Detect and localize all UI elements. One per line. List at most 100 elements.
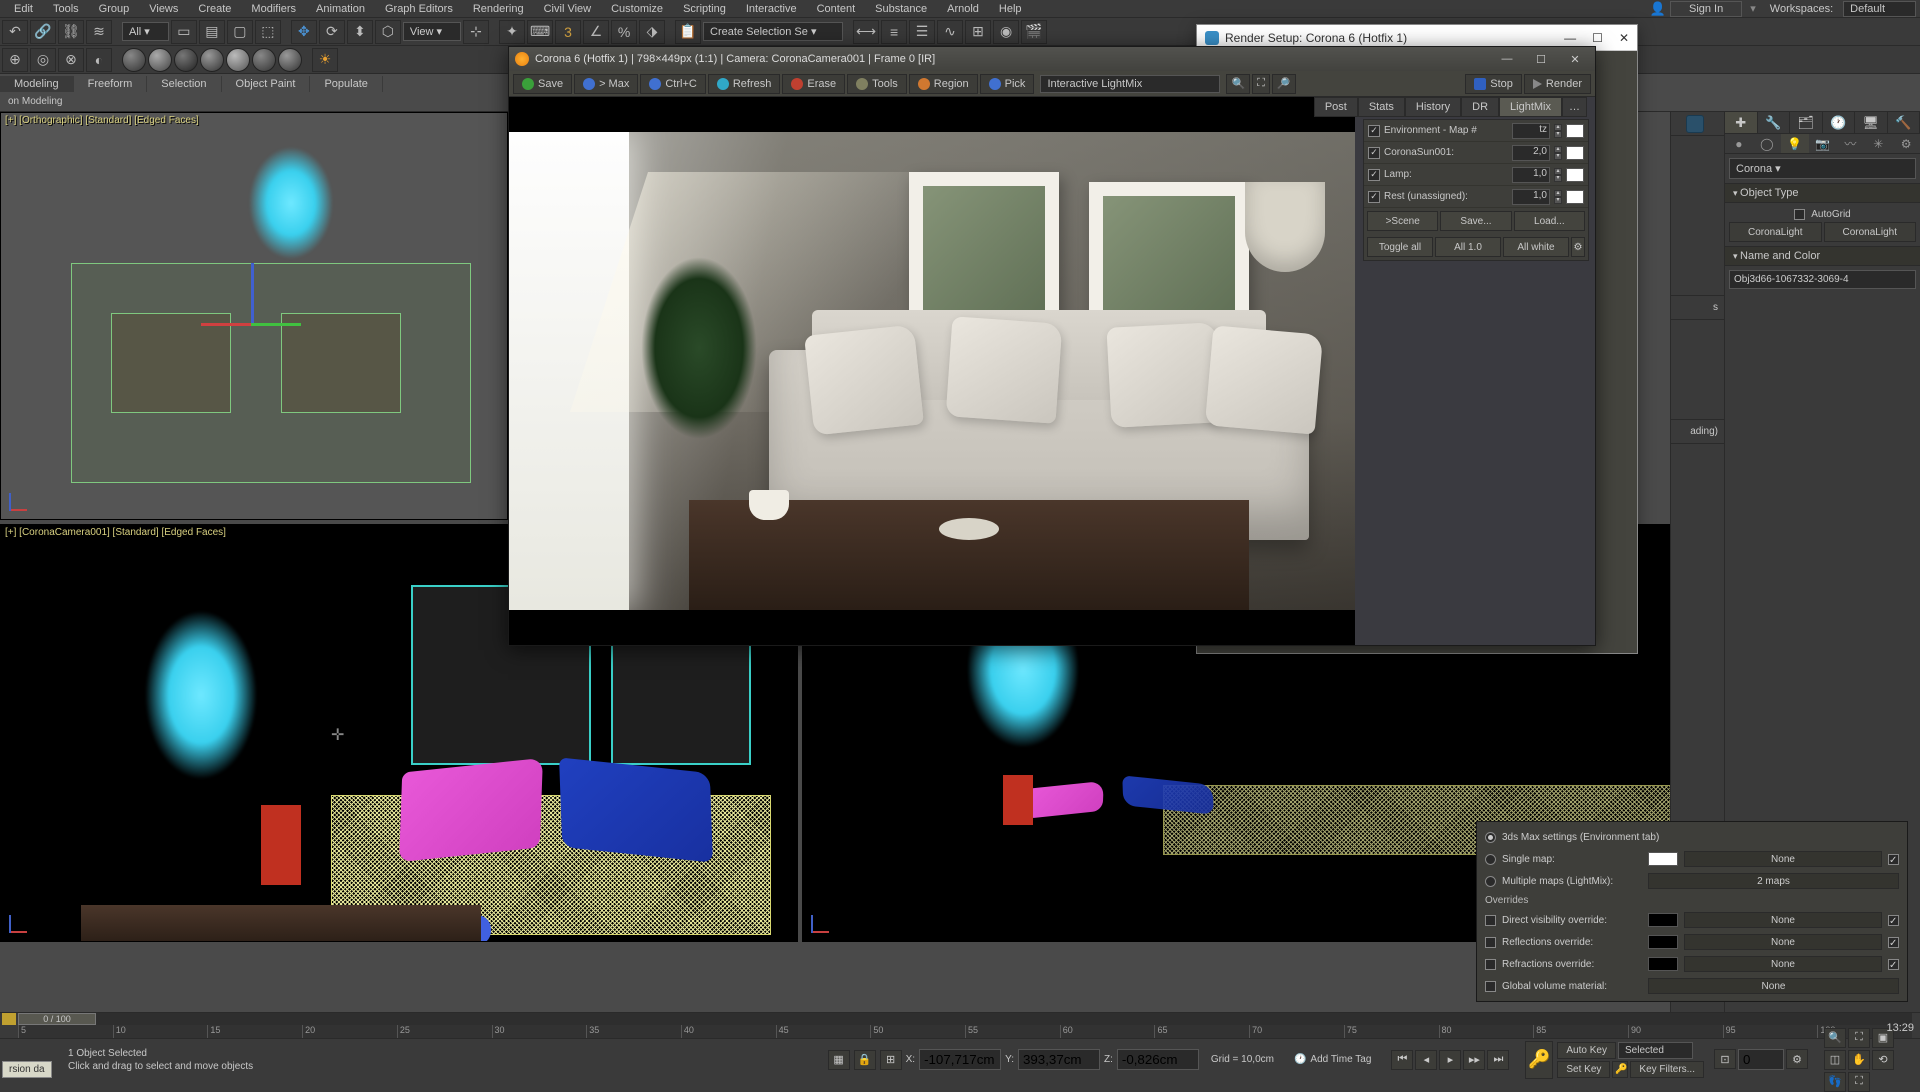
lm-spinner[interactable]: ▴▾ (1554, 190, 1562, 204)
undo-button[interactable]: ↶ (2, 20, 28, 44)
ref-coord-dropdown[interactable]: View ▾ (403, 22, 461, 41)
unlink-button[interactable]: ⛓ (58, 20, 84, 44)
lock-icon[interactable] (1686, 115, 1704, 133)
minimize-icon[interactable]: — (1564, 31, 1576, 45)
vp-nav-zoom[interactable]: 🔍 (1824, 1028, 1846, 1048)
ribbon-tab-selection[interactable]: Selection (147, 76, 221, 92)
obj-type-coronalight2[interactable]: CoronaLight (1824, 222, 1917, 242)
vfb-ctrlc-button[interactable]: Ctrl+C (640, 74, 705, 94)
selection-filter-dropdown[interactable]: All ▾ (122, 22, 169, 41)
vfb-tools-button[interactable]: Tools (847, 74, 907, 94)
cmd-sub-cameras[interactable]: 📷 (1809, 134, 1837, 153)
vfb-titlebar[interactable]: Corona 6 (Hotfix 1) | 798×449px (1:1) | … (509, 47, 1595, 71)
manipulate-button[interactable]: ✦ (499, 20, 525, 44)
menu-rendering[interactable]: Rendering (463, 1, 534, 17)
lm-color-lamp[interactable] (1566, 168, 1584, 182)
abs-rel-button[interactable]: ⊞ (880, 1050, 902, 1070)
autogrid-checkbox[interactable] (1794, 209, 1805, 220)
spinner-snap-button[interactable]: ⬗ (639, 20, 665, 44)
cmd-tab-display[interactable]: 🖥 (1855, 112, 1888, 133)
signin-button[interactable]: Sign In (1670, 1, 1742, 17)
vp-nav-pan[interactable]: ✋ (1848, 1050, 1870, 1070)
[interactable] (122, 48, 146, 72)
vfb-tab-lightmix[interactable]: LightMix (1499, 97, 1562, 117)
ribbon-tab-populate[interactable]: Populate (310, 76, 382, 92)
tool-btn-1[interactable]: ⊕ (2, 48, 28, 72)
sun-icon[interactable]: ☀ (312, 48, 338, 72)
menu-civilview[interactable]: Civil View (534, 1, 601, 17)
rollout-object-type[interactable]: Object Type (1725, 183, 1920, 203)
viewport-orthographic[interactable]: [+] [Orthographic] [Standard] [Edged Fac… (0, 112, 508, 520)
check-refr-override[interactable] (1485, 959, 1496, 970)
cmd-tab-motion[interactable]: 🕐 (1823, 112, 1856, 133)
render-setup-button[interactable]: 🎬 (1021, 20, 1047, 44)
close-icon[interactable]: ✕ (1619, 31, 1629, 45)
map-slot-single[interactable]: None (1684, 851, 1882, 867)
schematic-button[interactable]: ⊞ (965, 20, 991, 44)
autokey-button[interactable]: Auto Key (1557, 1042, 1616, 1059)
vfb-save-button[interactable]: Save (513, 74, 572, 94)
pivot-button[interactable]: ⊹ (463, 20, 489, 44)
menu-tools[interactable]: Tools (43, 1, 89, 17)
material-editor-button[interactable]: ◉ (993, 20, 1019, 44)
menu-help[interactable]: Help (989, 1, 1032, 17)
cmd-tab-hierarchy[interactable]: 🗂 (1790, 112, 1823, 133)
vp-nav-orbit[interactable]: ⟲ (1872, 1050, 1894, 1070)
cmd-tab-utilities[interactable]: 🔨 (1888, 112, 1920, 133)
next-frame-button[interactable]: ▸▸ (1463, 1050, 1485, 1070)
swatch-direct[interactable] (1648, 913, 1678, 927)
close-icon[interactable]: ✕ (1567, 52, 1583, 66)
cmd-sub-spacewarps[interactable]: ✳ (1864, 134, 1892, 153)
check-direct-enable[interactable]: ✓ (1888, 915, 1899, 926)
selection-set-dropdown[interactable]: Create Selection Se ▾ (703, 22, 843, 41)
z-coord-input[interactable] (1117, 1049, 1199, 1070)
map-slot-global[interactable]: None (1648, 978, 1899, 994)
minimize-icon[interactable]: — (1499, 52, 1515, 66)
vfb-tomax-button[interactable]: > Max (574, 74, 638, 94)
menu-scripting[interactable]: Scripting (673, 1, 736, 17)
menu-views[interactable]: Views (139, 1, 188, 17)
map-slot-direct[interactable]: None (1684, 912, 1882, 928)
lm-color-rest[interactable] (1566, 190, 1584, 204)
lm-allwhite-button[interactable]: All white (1503, 237, 1569, 257)
check-refl-override[interactable] (1485, 937, 1496, 948)
vfb-zoom-in-button[interactable]: 🔍 (1226, 74, 1250, 94)
time-config-button[interactable]: ⚙ (1786, 1049, 1808, 1069)
lm-all10-button[interactable]: All 1.0 (1435, 237, 1501, 257)
vfb-render-view[interactable] (509, 97, 1355, 645)
swatch-refr[interactable] (1648, 957, 1678, 971)
rollout-name-color[interactable]: Name and Color (1725, 246, 1920, 266)
corona-vfb-window[interactable]: Corona 6 (Hotfix 1) | 798×449px (1:1) | … (508, 46, 1596, 646)
layers-button[interactable]: ☰ (909, 20, 935, 44)
menu-interactive[interactable]: Interactive (736, 1, 807, 17)
time-slider-track[interactable]: 0 / 100 (18, 1013, 1912, 1025)
lm-val-lamp[interactable]: 1,0 (1512, 167, 1550, 183)
vfb-pick-button[interactable]: Pick (980, 74, 1035, 94)
y-coord-input[interactable] (1018, 1049, 1100, 1070)
check-refl-enable[interactable]: ✓ (1888, 937, 1899, 948)
prev-frame-button[interactable]: ◂ (1415, 1050, 1437, 1070)
time-ruler[interactable]: 5 10 15 20 25 30 35 40 45 50 55 60 65 70… (18, 1025, 1912, 1039)
check-global-vol[interactable] (1485, 981, 1496, 992)
keyboard-shortcut-button[interactable]: ⌨ (527, 20, 553, 44)
check-direct-override[interactable] (1485, 915, 1496, 926)
rotate-button[interactable]: ⟳ (319, 20, 345, 44)
maximize-icon[interactable]: ☐ (1533, 52, 1549, 66)
vp-nav-maximize[interactable]: ⛶ (1848, 1072, 1870, 1092)
menu-edit[interactable]: Edit (4, 1, 43, 17)
snap-toggle-button[interactable]: 3 (555, 20, 581, 44)
key-icon-button[interactable]: 🔑 (1612, 1061, 1628, 1078)
angle-snap-button[interactable]: ∠ (583, 20, 609, 44)
obj-type-coronalight[interactable]: CoronaLight (1729, 222, 1822, 242)
lm-save-button[interactable]: Save... (1440, 211, 1511, 231)
lm-toscene-button[interactable]: >Scene (1367, 211, 1438, 231)
lock-selection-button[interactable]: 🔒 (854, 1050, 876, 1070)
lm-check-rest[interactable]: ✓ (1368, 191, 1380, 203)
lm-val-env[interactable]: tz (1512, 123, 1550, 139)
lm-check-env[interactable]: ✓ (1368, 125, 1380, 137)
align-button[interactable]: ≡ (881, 20, 907, 44)
map-slot-multi[interactable]: 2 maps (1648, 873, 1899, 889)
setkey-button[interactable]: Set Key (1557, 1061, 1610, 1078)
material-sphere-2[interactable] (148, 48, 172, 72)
ribbon-tab-modeling[interactable]: Modeling (0, 76, 74, 92)
